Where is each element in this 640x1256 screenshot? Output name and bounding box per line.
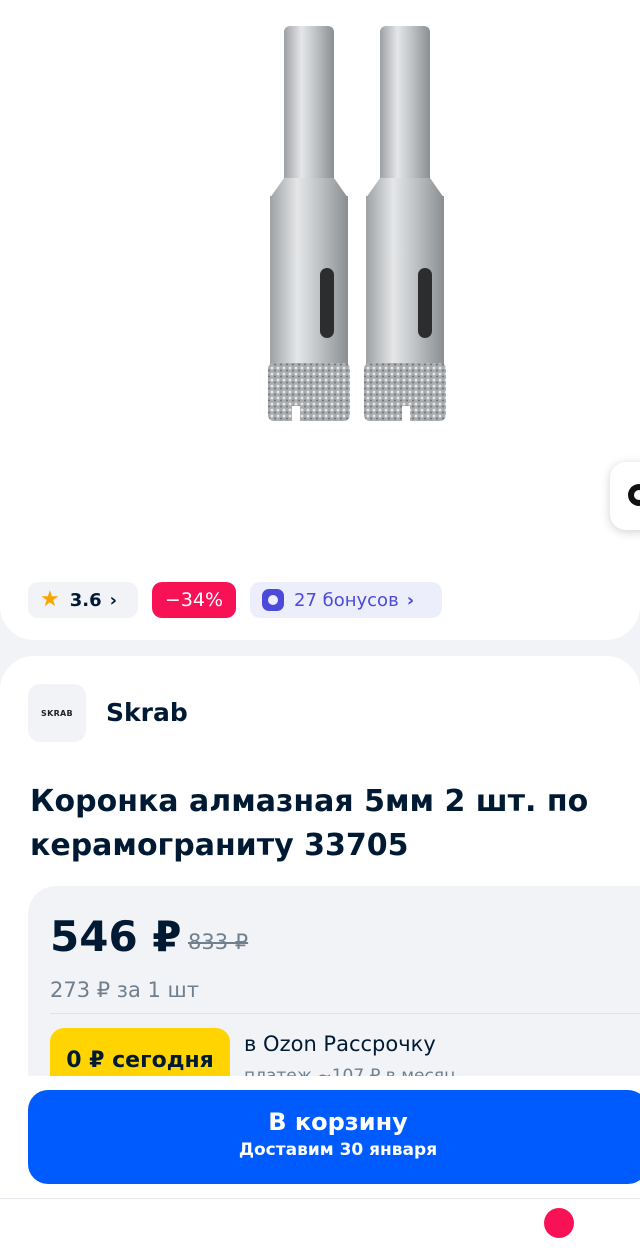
star-icon: ★ — [40, 587, 60, 612]
drill-bit-left — [268, 26, 350, 422]
bonus-icon — [262, 589, 284, 611]
bonus-label: 27 бонусов — [294, 589, 399, 611]
cart-button-label: В корзину — [268, 1108, 408, 1136]
seller-logo[interactable]: SKRAB — [28, 684, 86, 742]
discount-badge: −34% — [152, 582, 236, 618]
installment-title[interactable]: в Ozon Рассрочку — [244, 1032, 436, 1056]
add-to-cart-button[interactable]: В корзину Доставим 30 января — [28, 1090, 640, 1184]
delivery-date: Доставим 30 января — [238, 1140, 438, 1160]
chevron-right-icon: › — [406, 589, 415, 611]
bottom-nav-divider — [0, 1198, 640, 1199]
divider — [50, 1013, 640, 1014]
chevron-right-icon: › — [109, 589, 118, 611]
side-action-button[interactable] — [610, 462, 640, 530]
rating-chip[interactable]: ★ 3.6 › — [28, 582, 138, 618]
current-price: 546 ₽ — [50, 912, 182, 961]
product-photo[interactable] — [252, 18, 452, 438]
product-title: Коронка алмазная 5мм 2 шт. по керамогран… — [30, 784, 589, 863]
rating-value: 3.6 — [69, 589, 102, 611]
old-price: 833 ₽ — [188, 930, 249, 954]
discount-value: −34% — [164, 589, 224, 611]
refresh-icon — [628, 484, 640, 506]
seller-logo-text: SKRAB — [41, 708, 73, 718]
unit-price: 273 ₽ за 1 шт — [50, 978, 199, 1002]
drill-bit-right — [364, 26, 446, 422]
bonus-chip[interactable]: 27 бонусов › — [250, 582, 442, 618]
notification-badge — [544, 1208, 574, 1238]
seller-name[interactable]: Skrab — [106, 698, 188, 727]
product-gallery — [0, 0, 640, 640]
